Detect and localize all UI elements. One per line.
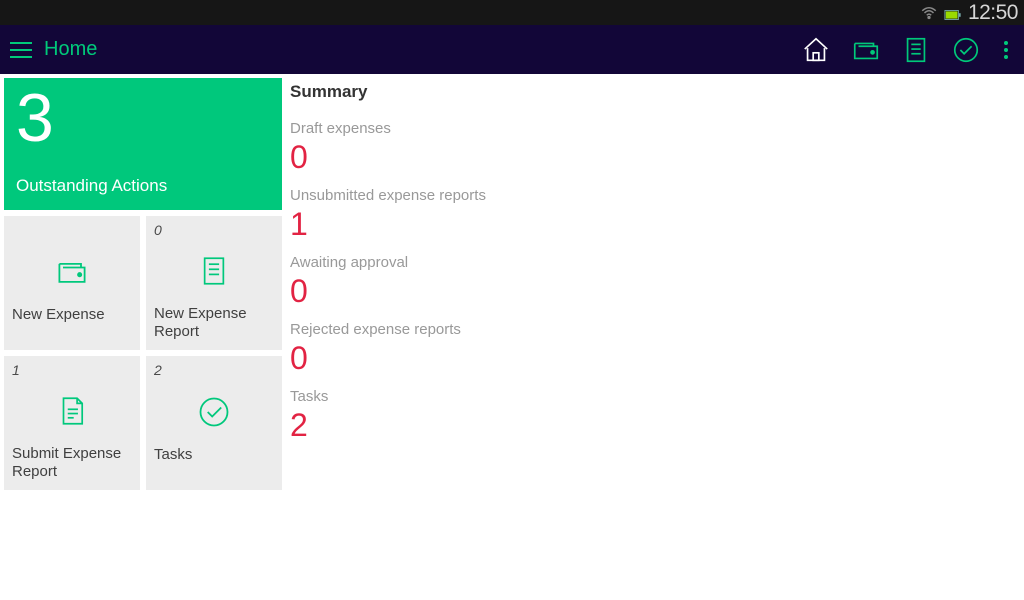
summary-item-label: Awaiting approval	[290, 254, 486, 271]
tile-badge: 2	[154, 362, 274, 378]
report-icon[interactable]	[896, 30, 936, 70]
tile-submit-expense-report[interactable]: 1 Submit Expense Report	[4, 356, 140, 490]
tile-label: New Expense	[12, 306, 132, 342]
tile-label: New Expense Report	[154, 305, 274, 343]
tile-badge	[12, 222, 132, 238]
summary-item-value: 2	[290, 405, 486, 445]
wallet-icon[interactable]	[846, 30, 886, 70]
summary-panel: Summary Draft expenses 0 Unsubmitted exp…	[286, 78, 486, 490]
summary-item-label: Draft expenses	[290, 120, 486, 137]
summary-heading: Summary	[290, 82, 486, 102]
document-check-icon	[12, 378, 132, 445]
check-circle-icon	[154, 378, 274, 446]
report-icon	[154, 238, 274, 305]
summary-item-value: 0	[290, 338, 486, 378]
tile-label: Tasks	[154, 446, 274, 482]
summary-item-value: 0	[290, 271, 486, 311]
tile-new-expense[interactable]: New Expense	[4, 216, 140, 350]
summary-item-value: 1	[290, 204, 486, 244]
tile-label: Submit Expense Report	[12, 445, 132, 483]
wallet-icon	[12, 238, 132, 306]
app-header: Home	[0, 25, 1024, 74]
battery-icon	[944, 6, 962, 20]
approve-icon[interactable]	[946, 30, 986, 70]
menu-icon[interactable]	[10, 38, 34, 62]
overflow-icon[interactable]	[996, 30, 1016, 70]
content: 3 Outstanding Actions New Expense 0 New …	[0, 74, 1024, 490]
tile-badge: 1	[12, 362, 132, 378]
tile-outstanding-actions[interactable]: 3 Outstanding Actions	[4, 78, 282, 210]
summary-item-label: Rejected expense reports	[290, 321, 486, 338]
wifi-icon	[920, 4, 938, 22]
tile-new-expense-report[interactable]: 0 New Expense Report	[146, 216, 282, 350]
tile-tasks[interactable]: 2 Tasks	[146, 356, 282, 490]
home-icon[interactable]	[796, 30, 836, 70]
summary-item-label: Unsubmitted expense reports	[290, 187, 486, 204]
page-title: Home	[44, 38, 97, 61]
tiles-grid: 3 Outstanding Actions New Expense 0 New …	[4, 78, 282, 490]
tile-badge: 0	[154, 222, 274, 238]
status-time: 12:50	[968, 1, 1018, 25]
summary-item-label: Tasks	[290, 388, 486, 405]
outstanding-label: Outstanding Actions	[16, 176, 270, 196]
outstanding-count: 3	[16, 84, 270, 152]
status-bar: 12:50	[0, 0, 1024, 25]
summary-item-value: 0	[290, 137, 486, 177]
